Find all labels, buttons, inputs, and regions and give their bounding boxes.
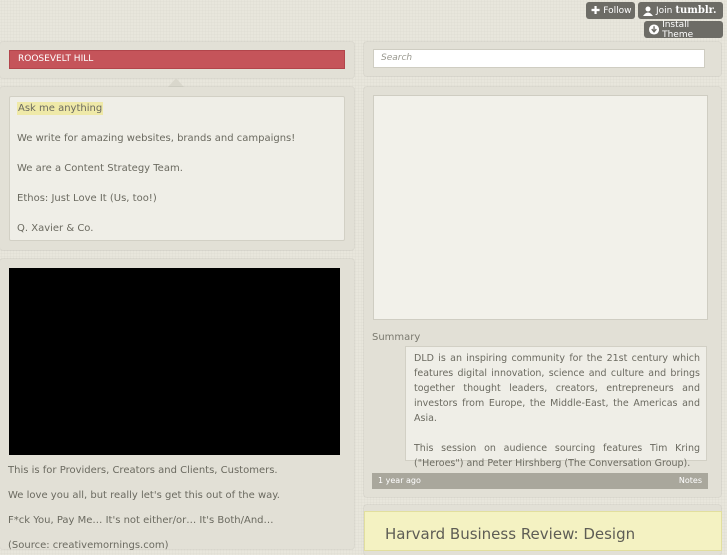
video-player[interactable] xyxy=(9,268,340,455)
join-label: Join xyxy=(656,5,673,16)
description-line: We write for amazing websites, brands an… xyxy=(17,133,296,144)
post-media[interactable] xyxy=(373,95,708,320)
plus-icon: ✚ xyxy=(591,4,601,17)
summary-paragraph: This session on audience sourcing featur… xyxy=(414,443,700,469)
notes-link[interactable]: Notes xyxy=(679,473,702,489)
post-line: This is for Providers, Creators and Clie… xyxy=(8,465,278,476)
summary-paragraph: DLD is an inspiring community for the 21… xyxy=(414,353,700,424)
post-meta-bar: 1 year ago Notes xyxy=(372,473,708,489)
next-post-title[interactable]: Harvard Business Review: Design xyxy=(385,525,635,543)
description-line: Q. Xavier & Co. xyxy=(17,223,94,234)
install-theme-button[interactable]: Install Theme xyxy=(644,19,723,40)
follow-button[interactable]: ✚ Follow xyxy=(586,2,635,19)
blog-title[interactable]: ROOSEVELT HILL xyxy=(9,50,345,69)
post-line: We love you all, but really let's get th… xyxy=(8,490,280,501)
install-theme-label: Install Theme xyxy=(662,19,694,40)
summary-label: Summary xyxy=(372,332,421,343)
source-link[interactable]: (Source: creativemornings.com) xyxy=(8,540,168,551)
download-icon xyxy=(649,24,660,35)
post-timestamp[interactable]: 1 year ago xyxy=(378,473,421,489)
description-line: We are a Content Strategy Team. xyxy=(17,163,183,174)
post-line: F*ck You, Pay Me… It's not either/or… It… xyxy=(8,515,274,526)
description-box: Ask me anything We write for amazing web… xyxy=(9,96,345,241)
summary-quote: DLD is an inspiring community for the 21… xyxy=(405,346,707,469)
title-notch xyxy=(168,78,184,87)
user-icon xyxy=(643,6,653,16)
join-tumblr-button[interactable]: Join tumblr. xyxy=(638,2,723,19)
description-line: Ethos: Just Love It (Us, too!) xyxy=(17,193,157,204)
ask-me-anything-link[interactable]: Ask me anything xyxy=(17,102,104,115)
follow-label: Follow xyxy=(603,5,632,16)
tumblr-brand: tumblr. xyxy=(675,5,717,16)
search-input[interactable]: Search xyxy=(373,49,705,68)
